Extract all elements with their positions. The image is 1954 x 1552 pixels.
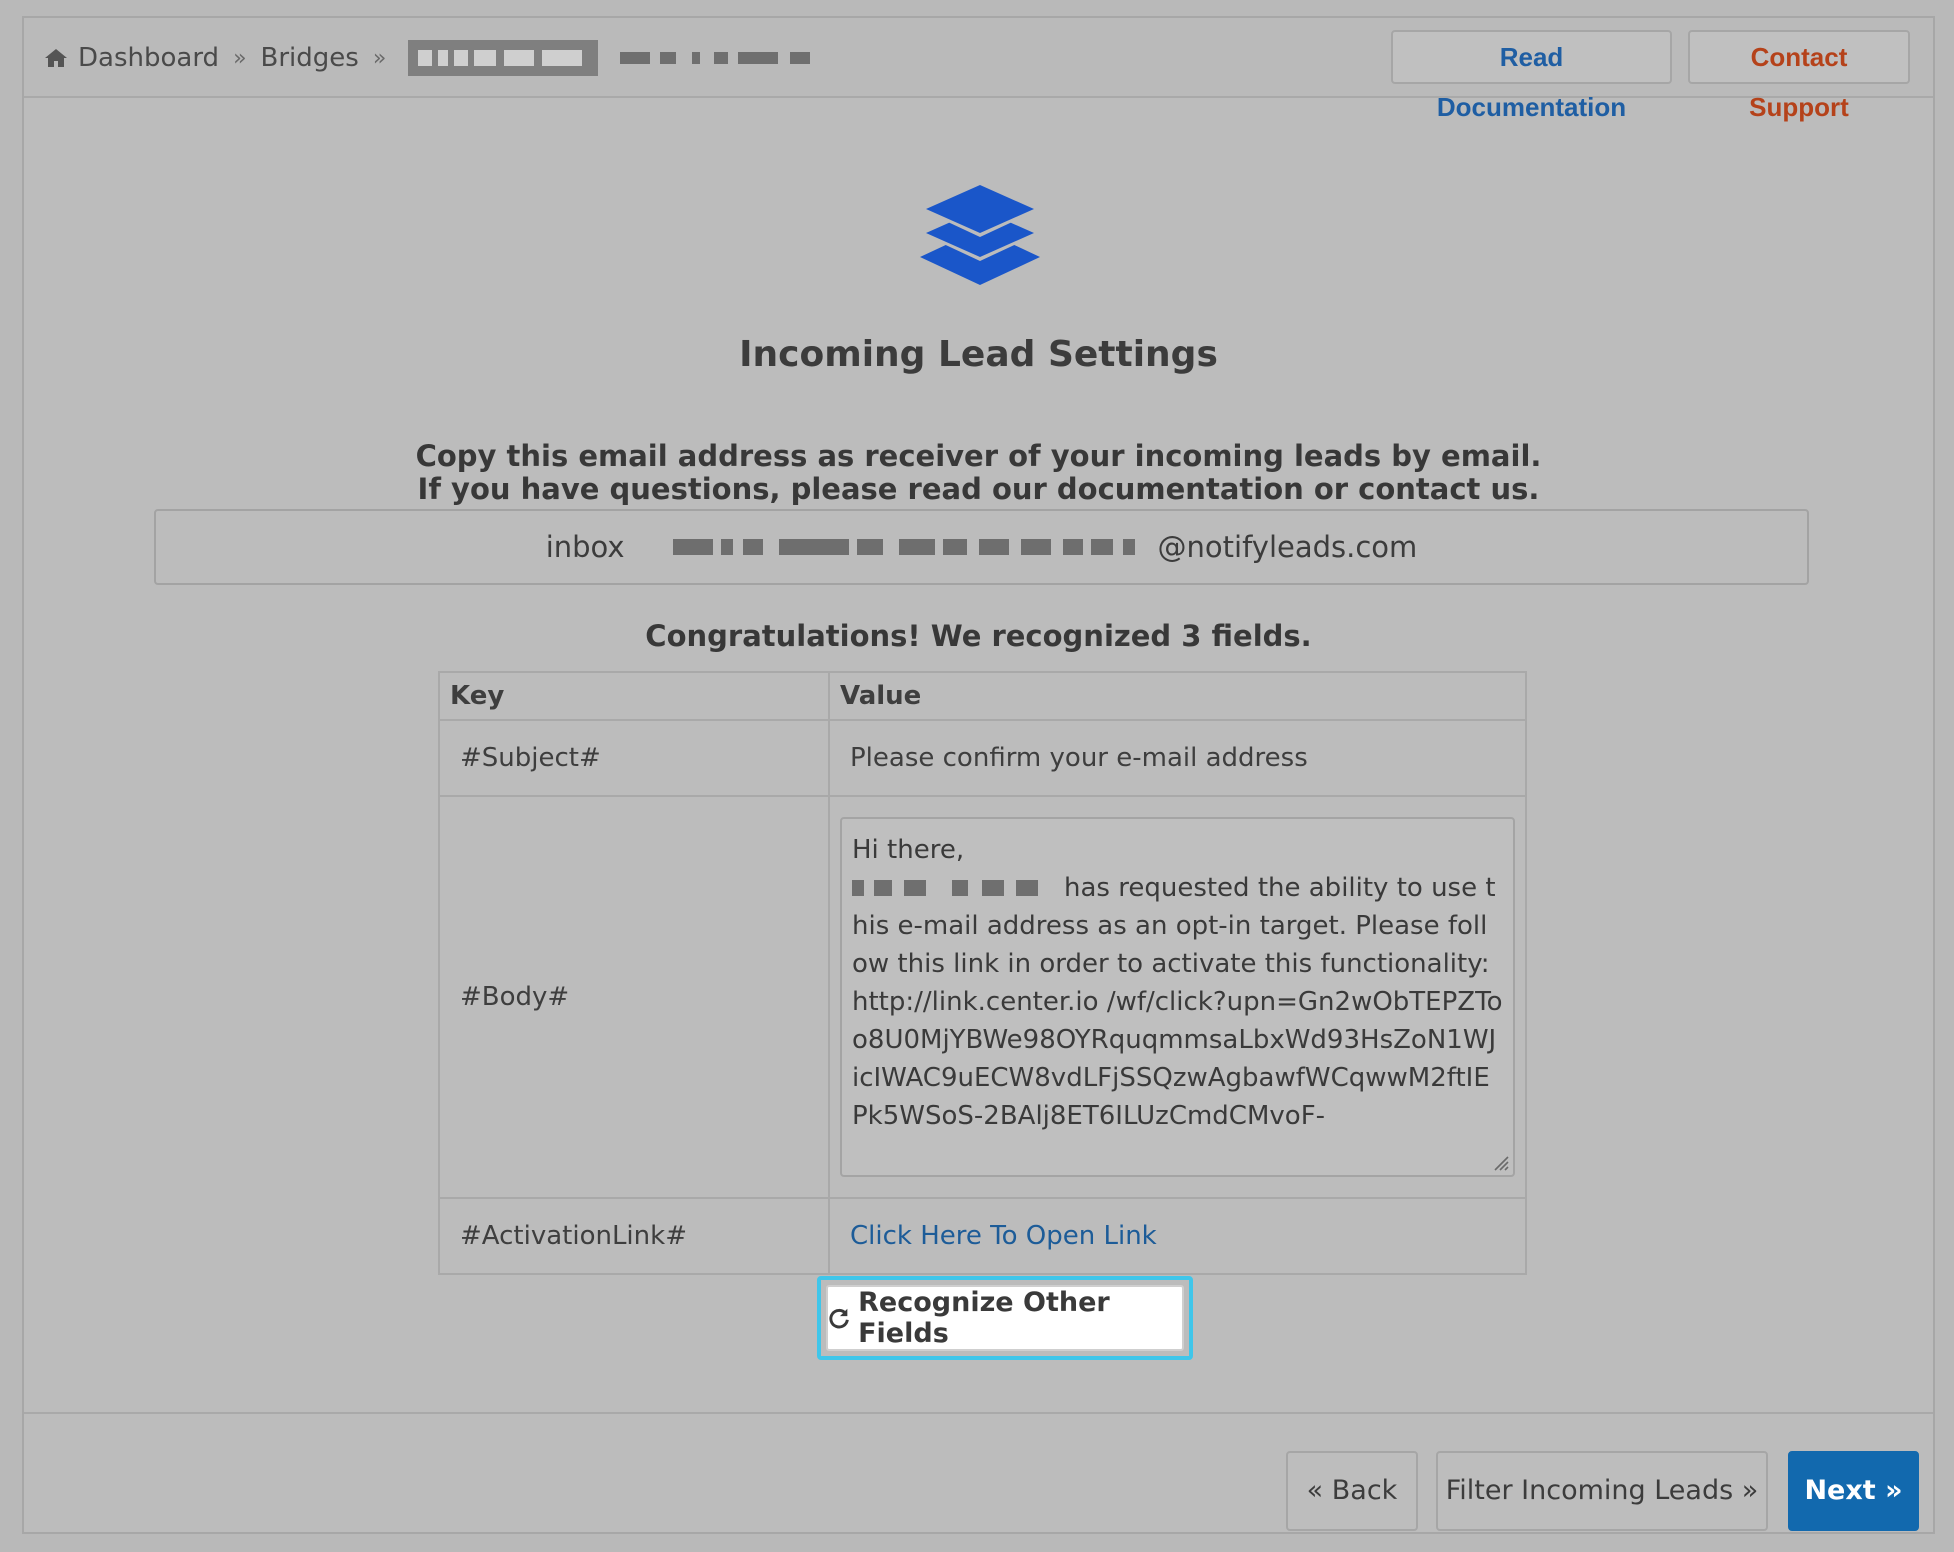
breadcrumb: Dashboard » Bridges » — [44, 38, 860, 78]
intro-line-2: If you have questions, please read our d… — [417, 472, 1540, 506]
layers-icon — [920, 181, 1040, 285]
resize-handle-icon[interactable] — [1491, 1153, 1509, 1171]
field-key: #Subject# — [438, 719, 830, 797]
field-key: #ActivationLink# — [438, 1197, 830, 1275]
read-documentation-button[interactable]: Read Documentation — [1391, 30, 1672, 122]
refresh-icon — [829, 1308, 849, 1329]
table-row: #ActivationLink# Click Here To Open Link — [438, 1197, 1527, 1275]
redacted-bridge-title — [620, 48, 860, 68]
footer-divider — [24, 1412, 1933, 1414]
table-header-row: Key Value — [438, 671, 1527, 721]
body-greeting: Hi there, — [852, 835, 965, 865]
email-prefix: inbox — [545, 530, 625, 564]
breadcrumb-bridges[interactable]: Bridges — [261, 43, 359, 73]
filter-incoming-leads-button[interactable]: Filter Incoming Leads » — [1436, 1451, 1768, 1531]
breadcrumb-separator: » — [233, 45, 247, 71]
back-button[interactable]: « Back — [1286, 1451, 1418, 1531]
recognize-label: Recognize Other Fields — [858, 1287, 1110, 1349]
breadcrumb-separator: » — [372, 45, 387, 71]
column-header-key: Key — [438, 671, 830, 721]
table-row: #Body# Hi there, has requested the abili… — [438, 795, 1527, 1199]
field-value: Please confirm your e-mail address — [828, 719, 1527, 797]
app-frame: Dashboard » Bridges » Read Documentation… — [22, 16, 1935, 1534]
recognize-other-fields-button[interactable]: Recognize Other Fields — [826, 1285, 1184, 1351]
page-title: Incoming Lead Settings — [739, 334, 1218, 375]
next-button[interactable]: Next » — [1788, 1451, 1919, 1531]
breadcrumb-dashboard[interactable]: Dashboard — [78, 43, 219, 73]
activation-link[interactable]: Click Here To Open Link — [850, 1221, 1157, 1251]
field-key: #Body# — [438, 795, 830, 1199]
redacted-bridge-name[interactable] — [408, 40, 599, 76]
body-textarea[interactable]: Hi there, has requested the ability to u… — [840, 817, 1515, 1177]
top-bar: Dashboard » Bridges » Read Documentation… — [24, 18, 1933, 122]
body-message: has requested the ability to use this e-… — [852, 873, 1503, 1131]
home-icon — [45, 49, 67, 67]
field-value: Hi there, has requested the ability to u… — [828, 795, 1527, 1199]
field-value: Click Here To Open Link — [828, 1197, 1527, 1275]
fields-table: Key Value #Subject# Please confirm your … — [438, 671, 1527, 1275]
recognize-focus-ring: Recognize Other Fields — [817, 1276, 1193, 1360]
redacted-sender-name — [852, 879, 1052, 898]
inbox-email-field[interactable]: inbox @notifyleads.com — [154, 509, 1809, 585]
redacted-email-id — [629, 537, 1154, 557]
email-domain: @notifyleads.com — [1157, 530, 1418, 564]
table-row: #Subject# Please confirm your e-mail add… — [438, 719, 1527, 797]
intro-line-1: Copy this email address as receiver of y… — [415, 439, 1542, 473]
recognized-fields-message: Congratulations! We recognized 3 fields. — [645, 619, 1312, 653]
intro-text: Copy this email address as receiver of y… — [24, 440, 1933, 506]
column-header-value: Value — [828, 671, 1527, 721]
contact-support-button[interactable]: Contact Support — [1688, 30, 1910, 122]
